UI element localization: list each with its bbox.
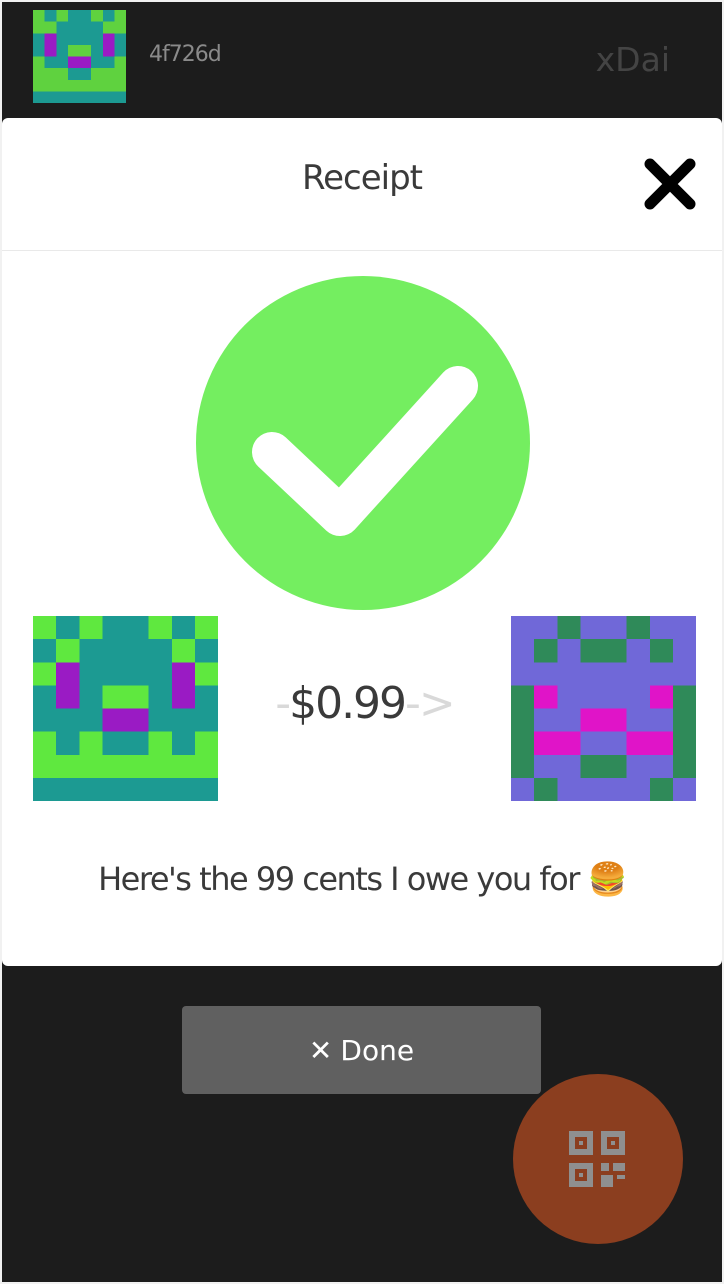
amount-dash: -	[275, 678, 291, 729]
recipient-avatar	[511, 616, 696, 801]
qr-scan-button[interactable]	[513, 1074, 683, 1244]
success-indicator	[196, 276, 530, 610]
x-icon: ✕	[308, 1033, 333, 1067]
sender-avatar	[33, 616, 218, 801]
close-icon	[644, 158, 696, 210]
modal-title: Receipt	[302, 158, 423, 198]
amount-value: $0.99	[289, 678, 407, 729]
receipt-modal: Receipt -$0.99-> Here's the 99 cents I o…	[2, 118, 722, 966]
checkmark-icon	[252, 366, 478, 536]
done-button[interactable]: ✕ Done	[182, 1006, 541, 1094]
app-screen: 4f726d xDai Receipt -$0.99-> Here's the …	[2, 2, 722, 1282]
done-label: Done	[340, 1033, 415, 1067]
account-address: 4f726d	[149, 42, 222, 67]
modal-header: Receipt	[2, 118, 722, 251]
receipt-message: Here's the 99 cents I owe you for 🍔	[98, 860, 627, 898]
qr-code-icon	[569, 1131, 625, 1187]
network-label: xDai	[595, 40, 670, 79]
close-button[interactable]	[642, 156, 698, 212]
transfer-arrow: ->	[405, 678, 456, 729]
amount-transfer: -$0.99->	[218, 678, 511, 729]
account-avatar[interactable]	[33, 10, 126, 103]
